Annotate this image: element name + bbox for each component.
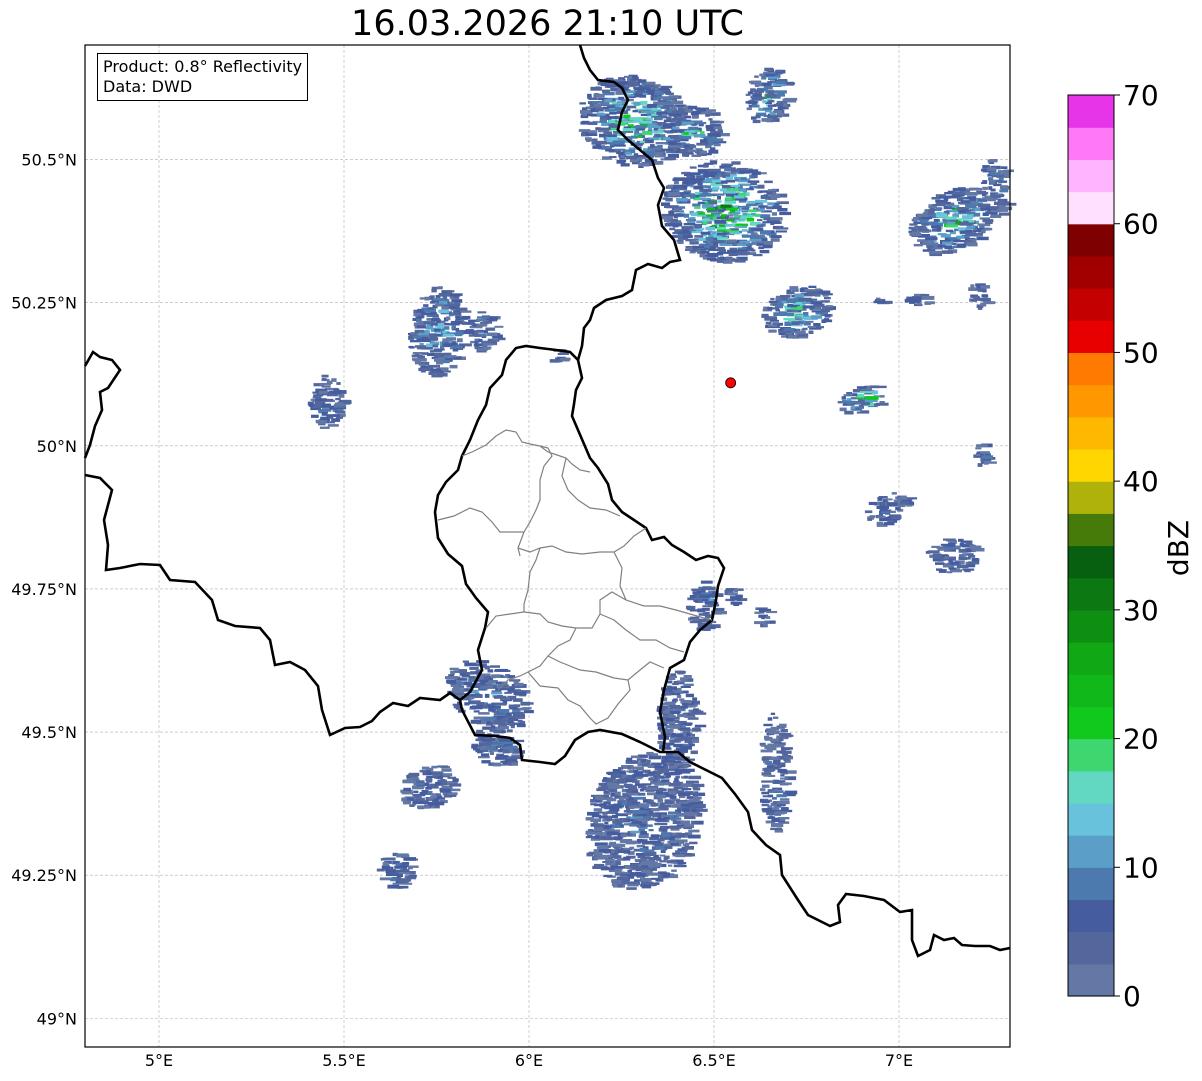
colorbar-band bbox=[1068, 95, 1114, 128]
colorbar-band bbox=[1068, 223, 1114, 257]
colorbar-band bbox=[1068, 481, 1114, 514]
colorbar-tick-label: 10 bbox=[1123, 851, 1159, 884]
colorbar-band bbox=[1068, 931, 1114, 965]
colorbar-tick-label: 50 bbox=[1123, 336, 1159, 369]
colorbar-band bbox=[1068, 738, 1114, 772]
colorbar-band bbox=[1068, 963, 1114, 997]
colorbar-band bbox=[1068, 320, 1114, 354]
colorbar-band bbox=[1068, 545, 1114, 579]
colorbar-tick-label: 0 bbox=[1123, 980, 1141, 1013]
colorbar-tick-label: 30 bbox=[1123, 594, 1159, 627]
colorbar-bands bbox=[1068, 95, 1114, 997]
colorbar-tick-label: 40 bbox=[1123, 465, 1159, 498]
colorbar-band bbox=[1068, 577, 1114, 611]
colorbar-band bbox=[1068, 191, 1114, 225]
colorbar-tick-label: 60 bbox=[1123, 208, 1159, 241]
colorbar-band bbox=[1068, 159, 1114, 193]
colorbar-band bbox=[1068, 513, 1114, 547]
colorbar-title: dBZ bbox=[1162, 520, 1195, 576]
colorbar-band bbox=[1068, 609, 1114, 643]
colorbar-band bbox=[1068, 255, 1114, 289]
colorbar-band bbox=[1068, 867, 1114, 901]
colorbar-band bbox=[1068, 706, 1114, 740]
colorbar-ticks: 0 10 20 30 40 50 60 70 bbox=[1114, 79, 1159, 1013]
colorbar-band bbox=[1068, 835, 1114, 868]
colorbar-band bbox=[1068, 899, 1114, 933]
colorbar-band bbox=[1068, 802, 1114, 836]
colorbar-tick-label: 20 bbox=[1123, 723, 1159, 756]
colorbar-band bbox=[1068, 384, 1114, 418]
colorbar-band bbox=[1068, 127, 1114, 160]
colorbar: 0 10 20 30 40 50 60 70 dBZ bbox=[1067, 79, 1195, 1013]
colorbar-band bbox=[1068, 288, 1114, 321]
colorbar-band bbox=[1068, 642, 1114, 675]
colorbar-tick-label: 70 bbox=[1123, 79, 1159, 112]
colorbar-band bbox=[1068, 416, 1114, 450]
colorbar-band bbox=[1068, 352, 1114, 386]
colorbar-band bbox=[1068, 770, 1114, 804]
colorbar-band bbox=[1068, 448, 1114, 482]
colorbar-band bbox=[1068, 674, 1114, 707]
